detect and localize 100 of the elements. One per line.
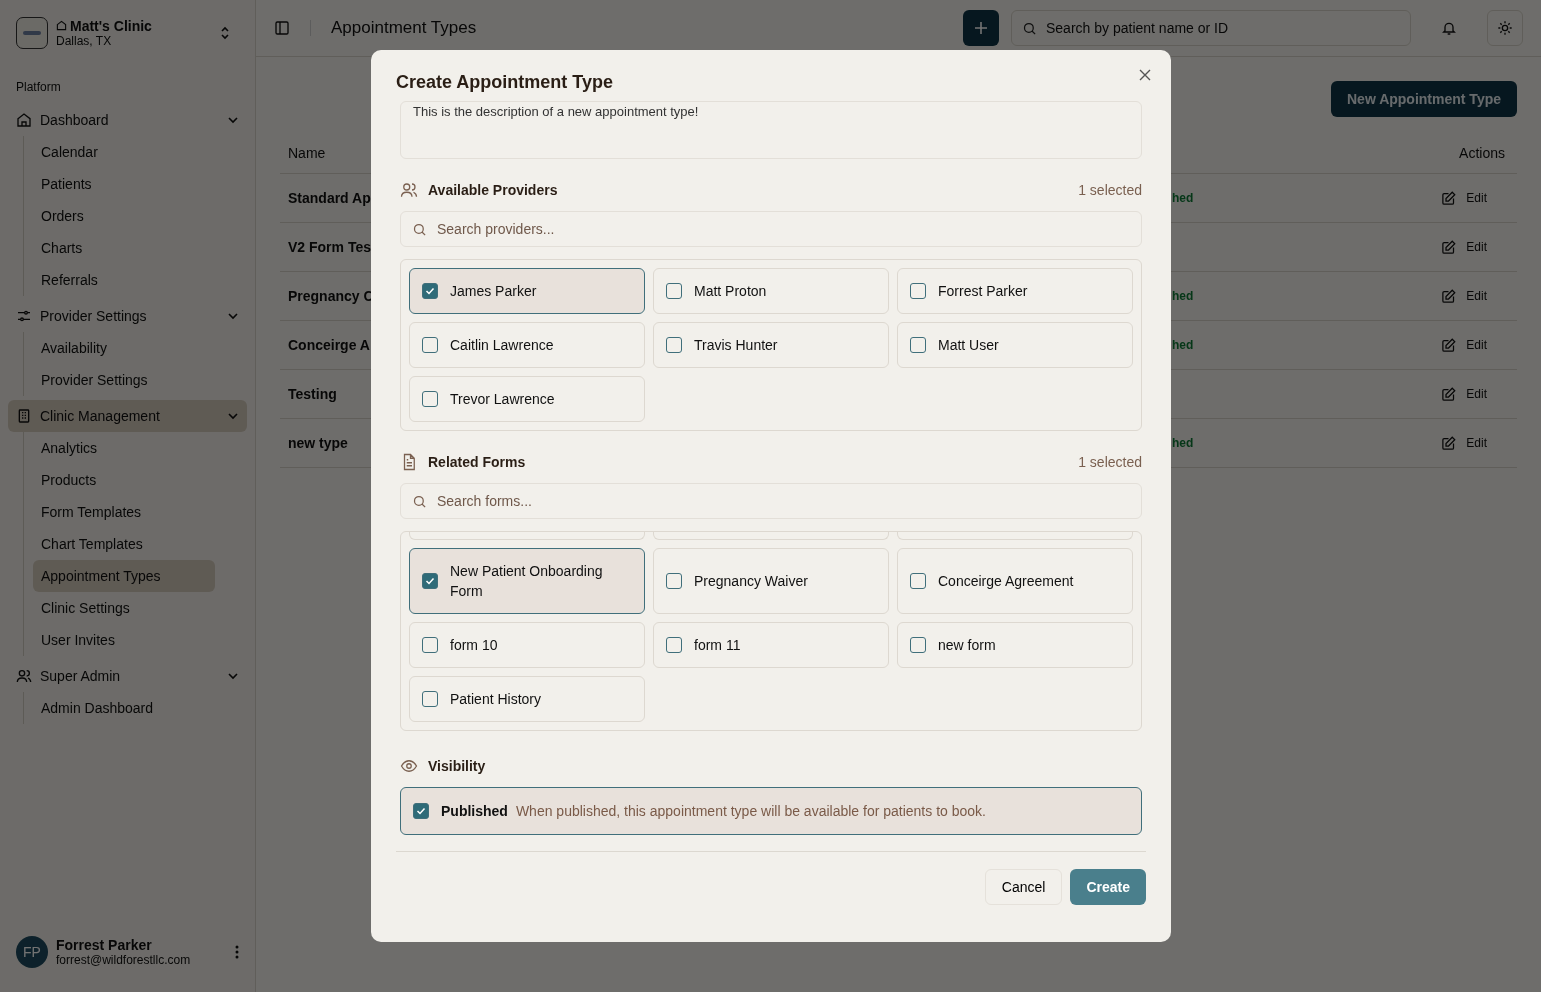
user-name: Forrest Parker — [56, 937, 153, 953]
users-icon — [400, 181, 418, 199]
selected-count: 1 selected — [1078, 454, 1142, 470]
option-card[interactable]: Trevor Lawrence — [409, 376, 645, 422]
clinic-location: Dallas, TX — [56, 33, 113, 48]
chevrons-icon[interactable] — [219, 24, 231, 41]
nav-item[interactable]: Form Templates — [33, 496, 215, 528]
status-label: hed — [1172, 191, 1194, 205]
add-button[interactable] — [963, 10, 999, 46]
nav-group-label: Dashboard — [40, 112, 110, 128]
checkbox[interactable] — [910, 637, 926, 653]
search-field[interactable]: Search providers... — [400, 211, 1142, 247]
nav-item[interactable]: Clinic Settings — [33, 592, 215, 624]
page-title: Appointment Types — [331, 18, 477, 38]
checkbox[interactable] — [666, 283, 682, 299]
option-label: Caitlin Lawrence — [450, 336, 554, 355]
checkbox[interactable] — [666, 337, 682, 353]
edit-link[interactable]: Edit — [1441, 435, 1487, 451]
edit-icon — [1441, 288, 1457, 304]
checkbox[interactable] — [422, 283, 438, 299]
nav-item[interactable]: Analytics — [33, 432, 215, 464]
users-icon — [16, 668, 32, 684]
description-field[interactable]: This is the description of a new appointment type! — [400, 101, 1142, 159]
edit-link[interactable]: Edit — [1441, 239, 1487, 255]
checkbox[interactable] — [422, 391, 438, 407]
option-card[interactable]: Pregnancy Waiver — [653, 548, 889, 614]
checkbox[interactable] — [422, 573, 438, 589]
option-card[interactable]: Travis Hunter — [653, 322, 889, 368]
option-card[interactable]: Published When published, this appointment type will be available for patients to book. — [400, 787, 1142, 835]
option-card[interactable]: Conceirge Agreement — [897, 548, 1133, 614]
option-label: New Patient Onboarding Form — [450, 562, 604, 601]
checkbox[interactable] — [910, 573, 926, 589]
checkbox[interactable] — [422, 637, 438, 653]
nav-group-label: Super Admin — [40, 668, 122, 684]
avatar: FP — [16, 936, 48, 968]
option-card[interactable]: new form — [897, 622, 1133, 668]
edit-icon — [1441, 435, 1457, 451]
nav-item[interactable]: Calendar — [33, 136, 215, 168]
clinic-name: Matt's Clinic — [70, 17, 152, 34]
nav-item[interactable]: Patients — [33, 168, 215, 200]
table-cell: Conceirge A — [288, 337, 370, 353]
edit-link[interactable]: Edit — [1441, 190, 1487, 206]
nav-group[interactable]: Provider Settings — [8, 300, 247, 332]
search-field[interactable]: Search by patient name or ID — [1011, 10, 1411, 46]
search-icon — [412, 222, 427, 237]
theme-button[interactable] — [1487, 10, 1523, 46]
table-cell: Standard Ap — [288, 190, 371, 206]
new-appointment-type-button[interactable]: New Appointment Type — [1331, 81, 1517, 117]
sidebar-toggle-icon[interactable] — [274, 20, 290, 36]
option-card[interactable]: New Patient Onboarding Form — [409, 548, 645, 614]
option-label: Pregnancy Waiver — [694, 572, 808, 591]
nav-item[interactable]: Charts — [33, 232, 215, 264]
option-card[interactable]: Forrest Parker — [897, 268, 1133, 314]
checkbox[interactable] — [666, 637, 682, 653]
option-card[interactable]: Patient History — [409, 676, 645, 722]
option-label: Matt Proton — [694, 282, 767, 301]
checkbox[interactable] — [910, 283, 926, 299]
option-card[interactable]: form 11 — [653, 622, 889, 668]
hint-text: When published, this appointment type will be available for patients to book. — [515, 803, 986, 819]
nav-group[interactable]: Super Admin — [8, 660, 247, 692]
checkbox[interactable] — [910, 337, 926, 353]
option-label: Trevor Lawrence — [450, 390, 555, 409]
option-card[interactable]: James Parker — [409, 268, 645, 314]
nav-item[interactable]: User Invites — [33, 624, 215, 656]
search-icon — [412, 494, 427, 509]
option-card[interactable]: Matt Proton — [653, 268, 889, 314]
column-header: Name — [288, 145, 326, 161]
check-icon — [416, 806, 426, 816]
search-field[interactable]: Search forms... — [400, 483, 1142, 519]
bell-icon[interactable] — [1441, 20, 1457, 36]
cancel-button[interactable]: Cancel — [984, 869, 1063, 905]
checkbox[interactable] — [413, 803, 429, 819]
checkbox[interactable] — [422, 337, 438, 353]
status-label: hed — [1172, 436, 1194, 450]
edit-link[interactable]: Edit — [1441, 386, 1487, 402]
nav-item[interactable]: Products — [33, 464, 215, 496]
option-label: new form — [938, 636, 996, 655]
nav-item[interactable]: Appointment Types — [33, 560, 215, 592]
option-label: Forrest Parker — [938, 282, 1028, 301]
edit-link[interactable]: Edit — [1441, 288, 1487, 304]
checkbox[interactable] — [666, 573, 682, 589]
nav-group[interactable]: Clinic Management — [8, 400, 247, 432]
more-icon[interactable] — [235, 945, 239, 959]
option-card[interactable]: form 10 — [409, 622, 645, 668]
option-card[interactable]: Matt User — [897, 322, 1133, 368]
clinic-logo — [16, 16, 48, 49]
column-header: Actions — [1459, 145, 1505, 161]
edit-link[interactable]: Edit — [1441, 337, 1487, 353]
nav-item[interactable]: Chart Templates — [33, 528, 215, 560]
nav-item[interactable]: Orders — [33, 200, 215, 232]
nav-group-label: Clinic Management — [40, 408, 161, 424]
checkbox[interactable] — [422, 691, 438, 707]
nav-item[interactable]: Referrals — [33, 264, 215, 296]
create-button[interactable]: Create — [1070, 869, 1146, 905]
nav-item[interactable]: Admin Dashboard — [33, 692, 215, 724]
nav-group[interactable]: Dashboard — [8, 104, 247, 136]
option-card[interactable]: Caitlin Lawrence — [409, 322, 645, 368]
nav-item[interactable]: Availability — [33, 332, 215, 364]
nav-item[interactable]: Provider Settings — [33, 364, 215, 396]
close-icon[interactable] — [1139, 69, 1151, 81]
